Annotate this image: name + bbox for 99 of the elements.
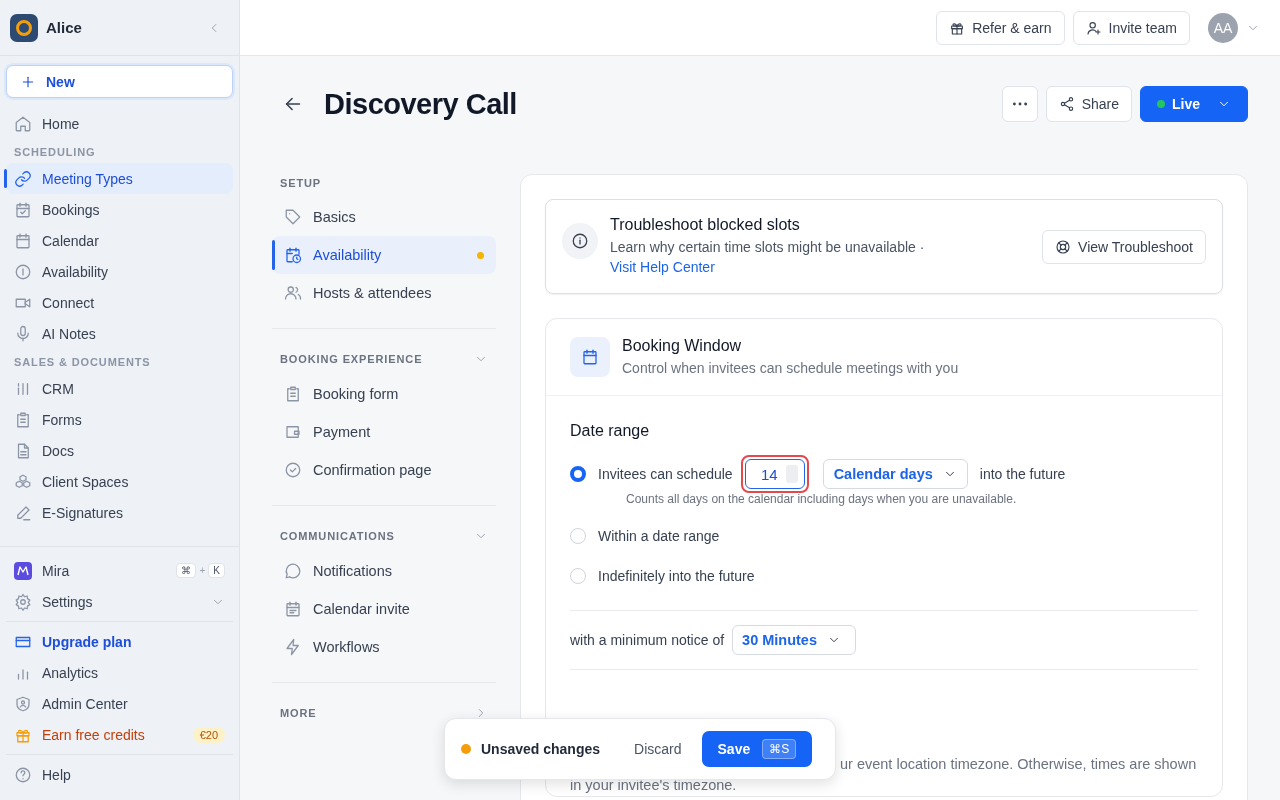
- settings-nav-item[interactable]: Notifications: [272, 552, 496, 590]
- section-label: SCHEDULING: [13, 145, 97, 160]
- sidebar-item[interactable]: Meeting Types: [6, 163, 233, 194]
- hint-text: Counts all days on the calendar including days when you are unavailable.: [626, 492, 1018, 506]
- section-label: SETUP: [280, 177, 322, 189]
- assistant-item[interactable]: Mira ⌘ + K: [6, 555, 233, 586]
- card-title: Troubleshoot blocked slots: [610, 216, 801, 234]
- circle-icon: [14, 262, 32, 281]
- info-icon: [571, 232, 589, 250]
- workspace-logo: [10, 13, 38, 42]
- sidebar-item[interactable]: Calendar: [6, 225, 233, 256]
- shortcut-key: ⌘S: [762, 739, 797, 759]
- sidebar-item[interactable]: E-Signatures: [6, 497, 233, 528]
- page-title: Discovery Call: [324, 87, 518, 121]
- section-label: MORE: [280, 707, 317, 719]
- assistant-logo: [14, 561, 32, 580]
- help-center-link[interactable]: Visit Help Center: [610, 259, 715, 275]
- share-button[interactable]: Share: [1045, 86, 1132, 122]
- status-dot: [1157, 100, 1165, 108]
- notice-label: with a minimum notice of: [570, 632, 725, 648]
- timezone-text: in your invitee's timezone.: [570, 776, 738, 795]
- sidebar-item[interactable]: Docs: [6, 435, 233, 466]
- user-plus-icon: [1085, 19, 1102, 36]
- settings-icon: [14, 592, 32, 611]
- share-icon: [1058, 96, 1075, 112]
- more-icon: [1012, 102, 1027, 106]
- check-badge-icon: [284, 461, 302, 479]
- shortcut-key: ⌘: [176, 563, 197, 578]
- workspace-name: Alice: [46, 19, 83, 36]
- plus-sign: +: [199, 565, 206, 576]
- settings-item[interactable]: Settings: [6, 586, 233, 617]
- help-icon: [14, 765, 32, 784]
- sidebar-item[interactable]: Admin Center: [6, 688, 233, 719]
- settings-nav-item[interactable]: Hosts & attendees: [272, 274, 496, 312]
- chat-bubble-icon: [284, 562, 302, 580]
- option-suffix: into the future: [979, 466, 1066, 482]
- calendar-icon: [284, 600, 302, 618]
- settings-nav-item[interactable]: Booking form: [272, 375, 496, 413]
- sidebar-item[interactable]: Earn free credits €20: [6, 719, 233, 750]
- more-button[interactable]: [1001, 86, 1038, 122]
- wallet-icon: [284, 423, 302, 441]
- settings-nav-item[interactable]: Calendar invite: [272, 590, 496, 628]
- clipboard-icon: [284, 385, 302, 403]
- settings-nav-item[interactable]: Confirmation page: [272, 451, 496, 489]
- card-description: Learn why certain time slots might be unavailable · Visit Help Center: [610, 238, 925, 277]
- lightning-icon: [284, 638, 302, 656]
- link-icon: [14, 169, 32, 188]
- discard-button[interactable]: Discard: [624, 741, 692, 757]
- refer-button[interactable]: Refer & earn: [936, 10, 1065, 45]
- shortcut-key: K: [208, 563, 225, 578]
- option-label: Indefinitely into the future: [598, 568, 755, 584]
- sidebar-item[interactable]: AI Notes: [6, 318, 233, 349]
- settings-nav-item[interactable]: Basics: [272, 198, 496, 236]
- number-field[interactable]: 14: [740, 455, 809, 493]
- invite-button[interactable]: Invite team: [1072, 10, 1190, 45]
- radio-button[interactable]: [570, 466, 586, 482]
- home-icon: [14, 114, 32, 133]
- live-button[interactable]: Live: [1140, 86, 1248, 122]
- new-button[interactable]: New: [6, 65, 233, 98]
- settings-nav-item[interactable]: Payment: [272, 413, 496, 451]
- sidebar-item[interactable]: Analytics: [6, 657, 233, 688]
- notice-dropdown[interactable]: 30 Minutes: [732, 625, 856, 655]
- sidebar-item[interactable]: Availability: [6, 256, 233, 287]
- card-description: Control when invitees can schedule meetings with you: [622, 360, 959, 376]
- sidebar-item[interactable]: Upgrade plan: [6, 626, 233, 657]
- view-troubleshoot-button[interactable]: View Troubleshoot: [1042, 229, 1206, 264]
- unit-dropdown[interactable]: Calendar days: [822, 459, 968, 489]
- users-icon: [284, 284, 302, 302]
- sidebar-item[interactable]: Help: [6, 759, 233, 790]
- calendar-icon: [581, 348, 599, 366]
- tag-icon: [284, 208, 302, 226]
- sidebar-item[interactable]: Connect: [6, 287, 233, 318]
- unsaved-label: Unsaved changes: [481, 741, 601, 757]
- sidebar-item[interactable]: Client Spaces: [6, 466, 233, 497]
- sidebar-item[interactable]: Home: [6, 108, 233, 139]
- option-label: Within a date range: [598, 528, 720, 544]
- settings-nav-item[interactable]: Availability: [272, 236, 496, 274]
- save-button[interactable]: Save ⌘S: [701, 731, 813, 767]
- card-title: Booking Window: [622, 337, 743, 355]
- sidebar-item[interactable]: Forms: [6, 404, 233, 435]
- status-dot: [461, 744, 471, 754]
- clipboard-icon: [14, 410, 32, 429]
- shield-user-icon: [14, 694, 32, 713]
- section-label: COMMUNICATIONS: [280, 530, 395, 542]
- sidebar-item[interactable]: CRM: [6, 373, 233, 404]
- lifebuoy-icon: [1055, 238, 1072, 255]
- calendar-check-icon: [14, 200, 32, 219]
- option-label: Invitees can schedule: [598, 466, 733, 482]
- section-title: Date range: [570, 422, 651, 440]
- calendar-clock-icon: [284, 246, 302, 264]
- credit-badge: €20: [192, 726, 225, 743]
- sidebar-item[interactable]: Bookings: [6, 194, 233, 225]
- calendar-icon: [14, 231, 32, 250]
- section-label: SALES & DOCUMENTS: [13, 355, 152, 370]
- timezone-text: ur event location timezone. Otherwise, times are shown: [840, 755, 1198, 774]
- cubes-icon: [14, 472, 32, 491]
- microphone-icon: [14, 324, 32, 343]
- section-label: BOOKING EXPERIENCE: [280, 353, 423, 365]
- settings-nav-item[interactable]: Workflows: [272, 628, 496, 666]
